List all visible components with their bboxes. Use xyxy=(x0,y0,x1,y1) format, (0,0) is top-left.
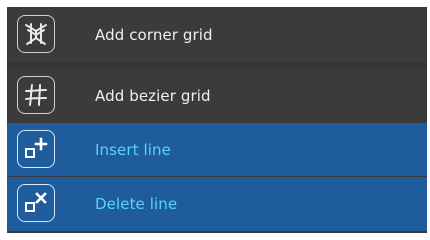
corner-grid-icon xyxy=(17,14,55,53)
menu-item-delete-line[interactable]: Delete line xyxy=(7,177,427,231)
menu-item-add-bezier-grid[interactable]: Add bezier grid xyxy=(7,68,427,123)
bezier-grid-icon xyxy=(17,75,55,114)
insert-line-icon xyxy=(17,129,55,168)
delete-line-icon xyxy=(17,184,55,222)
menu-item-add-corner-grid[interactable]: Add corner grid xyxy=(7,7,427,62)
context-menu: Add corner grid Add bezier grid Insert l… xyxy=(7,7,427,233)
menu-item-label: Insert line xyxy=(95,140,171,159)
menu-item-label: Add bezier grid xyxy=(95,86,211,105)
menu-item-label: Delete line xyxy=(95,195,178,213)
menu-item-insert-line[interactable]: Insert line xyxy=(7,123,427,176)
menu-item-label: Add corner grid xyxy=(95,25,213,44)
